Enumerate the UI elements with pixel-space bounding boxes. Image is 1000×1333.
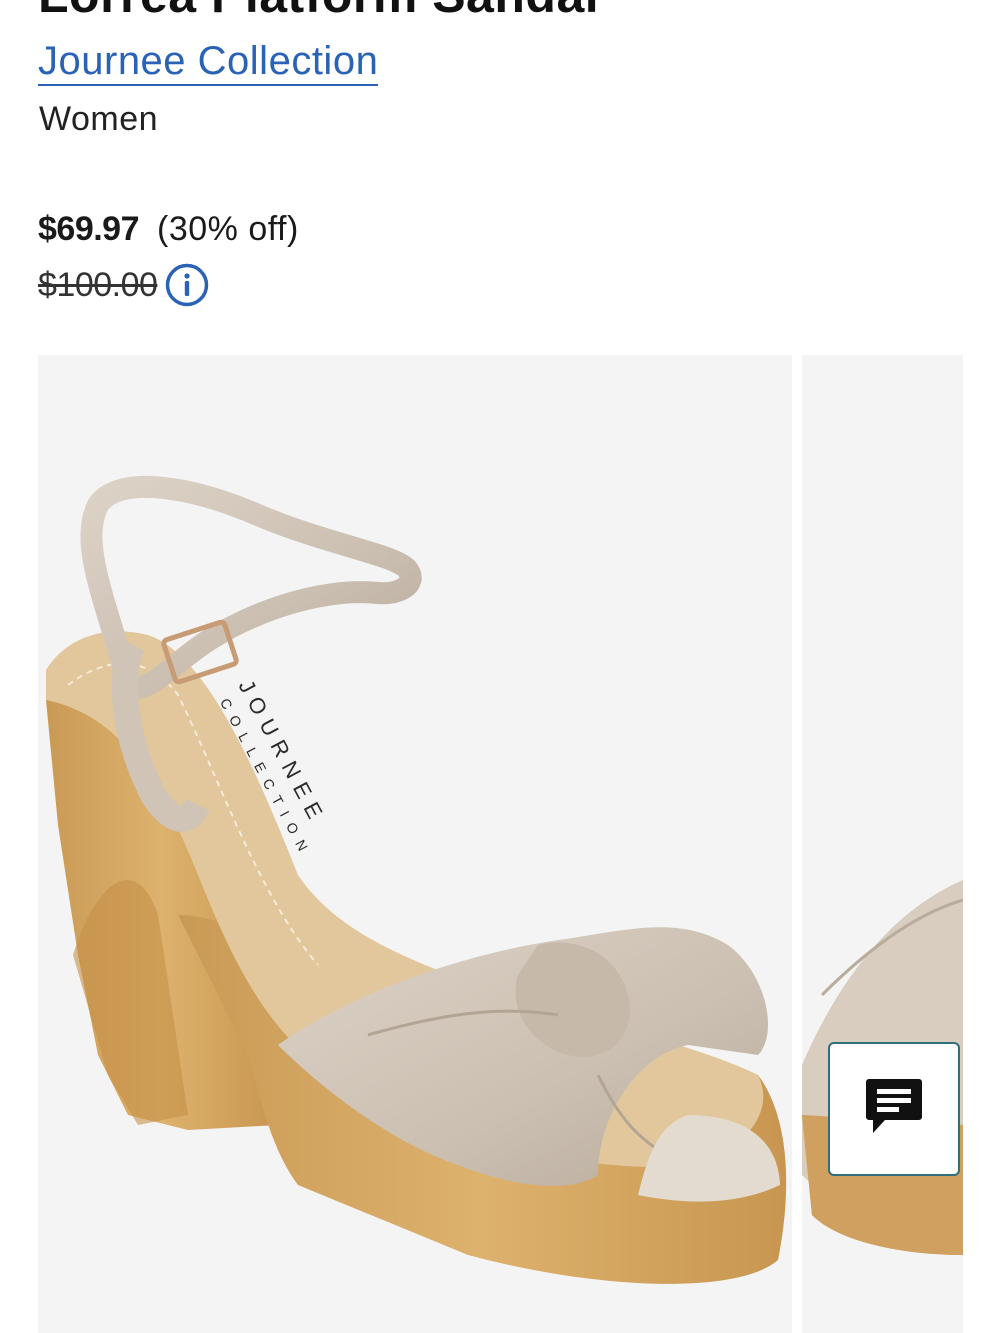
price-row: $69.97 (30% off) xyxy=(38,210,299,249)
info-icon[interactable] xyxy=(165,263,209,307)
original-price: $100.00 xyxy=(38,265,158,304)
discount-label: (30% off) xyxy=(157,210,299,248)
product-image-main[interactable]: JOURNEE COLLECTION xyxy=(38,355,792,1333)
product-image-next[interactable] xyxy=(802,355,963,1333)
chat-button[interactable] xyxy=(828,1042,960,1176)
chat-bubble-icon xyxy=(865,1077,923,1142)
sale-price: $69.97 xyxy=(38,210,140,248)
sandal-image: JOURNEE COLLECTION xyxy=(46,475,787,1284)
department-label: Women xyxy=(39,100,159,138)
sandal-image-next xyxy=(802,880,963,1255)
product-title: Lorrea Platform Sandal xyxy=(38,0,599,24)
original-price-row: $100.00 xyxy=(38,263,209,307)
brand-link[interactable]: Journee Collection xyxy=(38,38,379,86)
